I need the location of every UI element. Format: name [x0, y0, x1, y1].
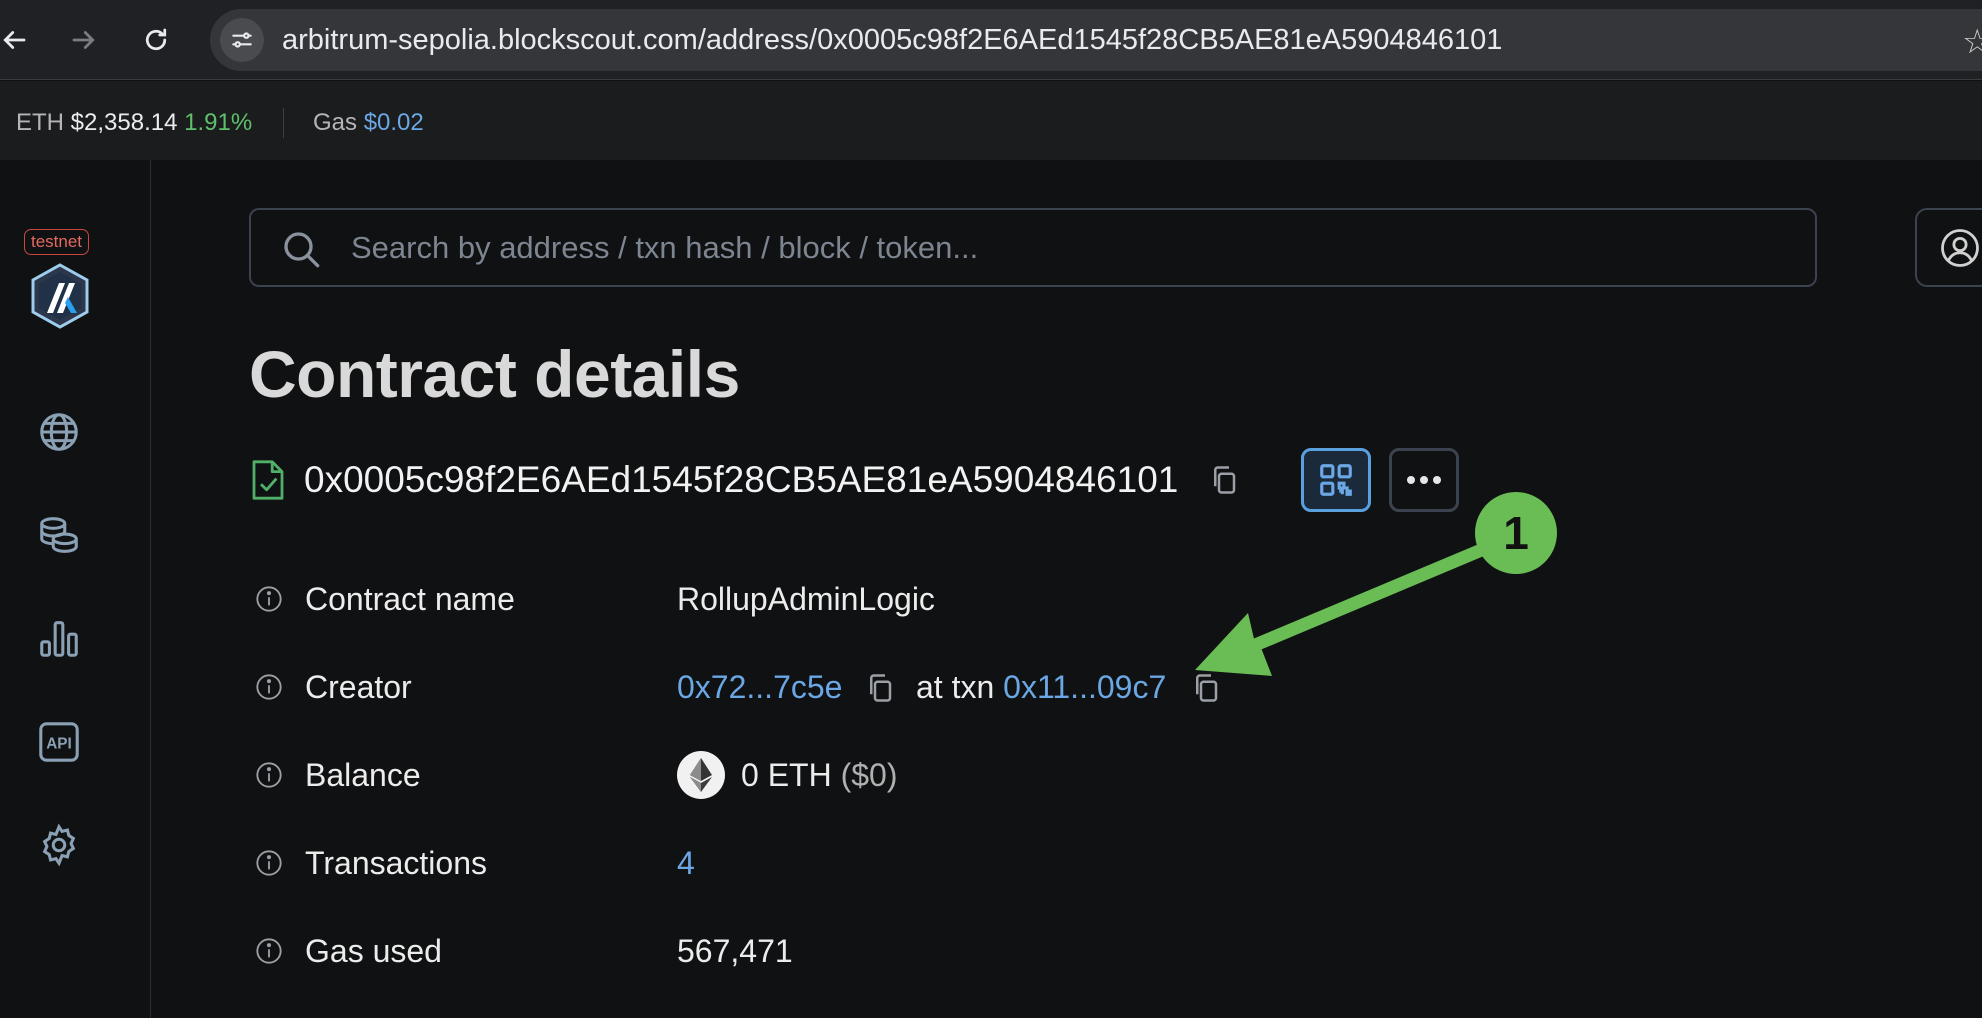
eth-price: $2,358.14 — [70, 109, 178, 136]
detail-row-gas-used: Gas used 567,471 — [249, 921, 1449, 981]
page-title: Contract details — [249, 337, 740, 411]
info-icon[interactable] — [255, 673, 283, 701]
address-bar[interactable]: arbitrum-sepolia.blockscout.com/address/… — [210, 9, 1982, 71]
copy-icon — [870, 674, 892, 702]
gas-used-value: 567,471 — [677, 933, 793, 969]
creator-address-link[interactable]: 0x72...7c5e — [677, 669, 842, 705]
sidebar-item-settings[interactable] — [33, 819, 85, 871]
eth-price-stat: ETH $2,358.14 1.91% — [16, 81, 252, 165]
gas-used-label: Gas used — [305, 933, 442, 969]
gear-icon — [42, 823, 76, 867]
forward-button[interactable] — [64, 20, 104, 60]
transactions-label: Transactions — [305, 845, 487, 881]
detail-row-balance: Balance 0 ETH ($0) — [249, 745, 1449, 805]
api-icon-text: API — [46, 736, 72, 753]
info-icon[interactable] — [255, 761, 283, 789]
gas-price-stat: Gas $0.02 — [313, 81, 424, 165]
sidebar: testnet API — [0, 160, 151, 1018]
back-button[interactable] — [0, 20, 34, 60]
reload-icon — [145, 28, 167, 51]
ellipsis-icon — [1407, 476, 1441, 484]
site-settings-icon[interactable] — [220, 18, 264, 62]
verified-contract-icon — [252, 460, 284, 500]
arrow-right-icon — [72, 31, 95, 49]
reload-button[interactable] — [136, 20, 176, 60]
balance-usd: ($0) — [840, 757, 898, 793]
globe-icon — [40, 413, 78, 451]
browser-toolbar: arbitrum-sepolia.blockscout.com/address/… — [0, 0, 1982, 80]
annotation-number-badge: 1 — [1475, 492, 1557, 574]
eth-icon — [677, 751, 725, 799]
contract-address: 0x0005c98f2E6AEd1545f28CB5AE81eA59048461… — [304, 459, 1179, 500]
profile-button[interactable] — [1915, 208, 1982, 287]
search-icon — [284, 232, 320, 268]
coins-icon — [40, 517, 78, 553]
sidebar-item-charts[interactable] — [33, 612, 85, 664]
balance-label: Balance — [305, 757, 421, 793]
gas-price[interactable]: $0.02 — [364, 109, 424, 136]
info-icon[interactable] — [255, 849, 283, 877]
eth-label: ETH — [16, 109, 64, 136]
transactions-count-link[interactable]: 4 — [677, 833, 695, 893]
balance-value: 0 ETH ($0) — [741, 745, 897, 805]
gas-label: Gas — [313, 109, 358, 136]
bar-chart-icon — [40, 621, 78, 657]
bookmark-star-icon[interactable]: ☆ — [1962, 22, 1982, 62]
eth-change: 1.91% — [184, 109, 253, 136]
creator-label: Creator — [305, 669, 412, 705]
sidebar-item-api[interactable]: API — [33, 716, 85, 768]
sidebar-item-tokens[interactable] — [33, 509, 85, 561]
sidebar-item-blockchain[interactable] — [33, 406, 85, 458]
arbitrum-logo-icon[interactable] — [30, 263, 90, 329]
creator-value: 0x72...7c5e — [677, 657, 842, 717]
arrow-left-icon — [3, 31, 26, 49]
creator-txn-link[interactable]: 0x11...09c7 — [1003, 669, 1166, 705]
at-txn-text: at txn — [916, 669, 995, 705]
copy-creator-button[interactable] — [865, 673, 895, 703]
detail-row-transactions: Transactions 4 — [249, 833, 1449, 893]
contract-name-value: RollupAdminLogic — [677, 581, 935, 617]
testnet-badge: testnet — [24, 229, 90, 255]
url-text[interactable]: arbitrum-sepolia.blockscout.com/address/… — [282, 9, 1502, 71]
api-icon: API — [39, 722, 79, 762]
balance-eth: 0 ETH — [741, 757, 832, 793]
search-input[interactable] — [351, 210, 1751, 285]
search-bar[interactable] — [249, 208, 1817, 287]
user-icon — [1941, 229, 1979, 267]
stats-bar: ETH $2,358.14 1.91% Gas $0.02 — [0, 81, 1982, 160]
stats-divider — [283, 108, 284, 138]
info-icon[interactable] — [255, 585, 283, 613]
creator-txn-value: at txn 0x11...09c7 — [916, 657, 1166, 717]
info-icon[interactable] — [255, 937, 283, 965]
contract-name-label: Contract name — [305, 581, 515, 617]
